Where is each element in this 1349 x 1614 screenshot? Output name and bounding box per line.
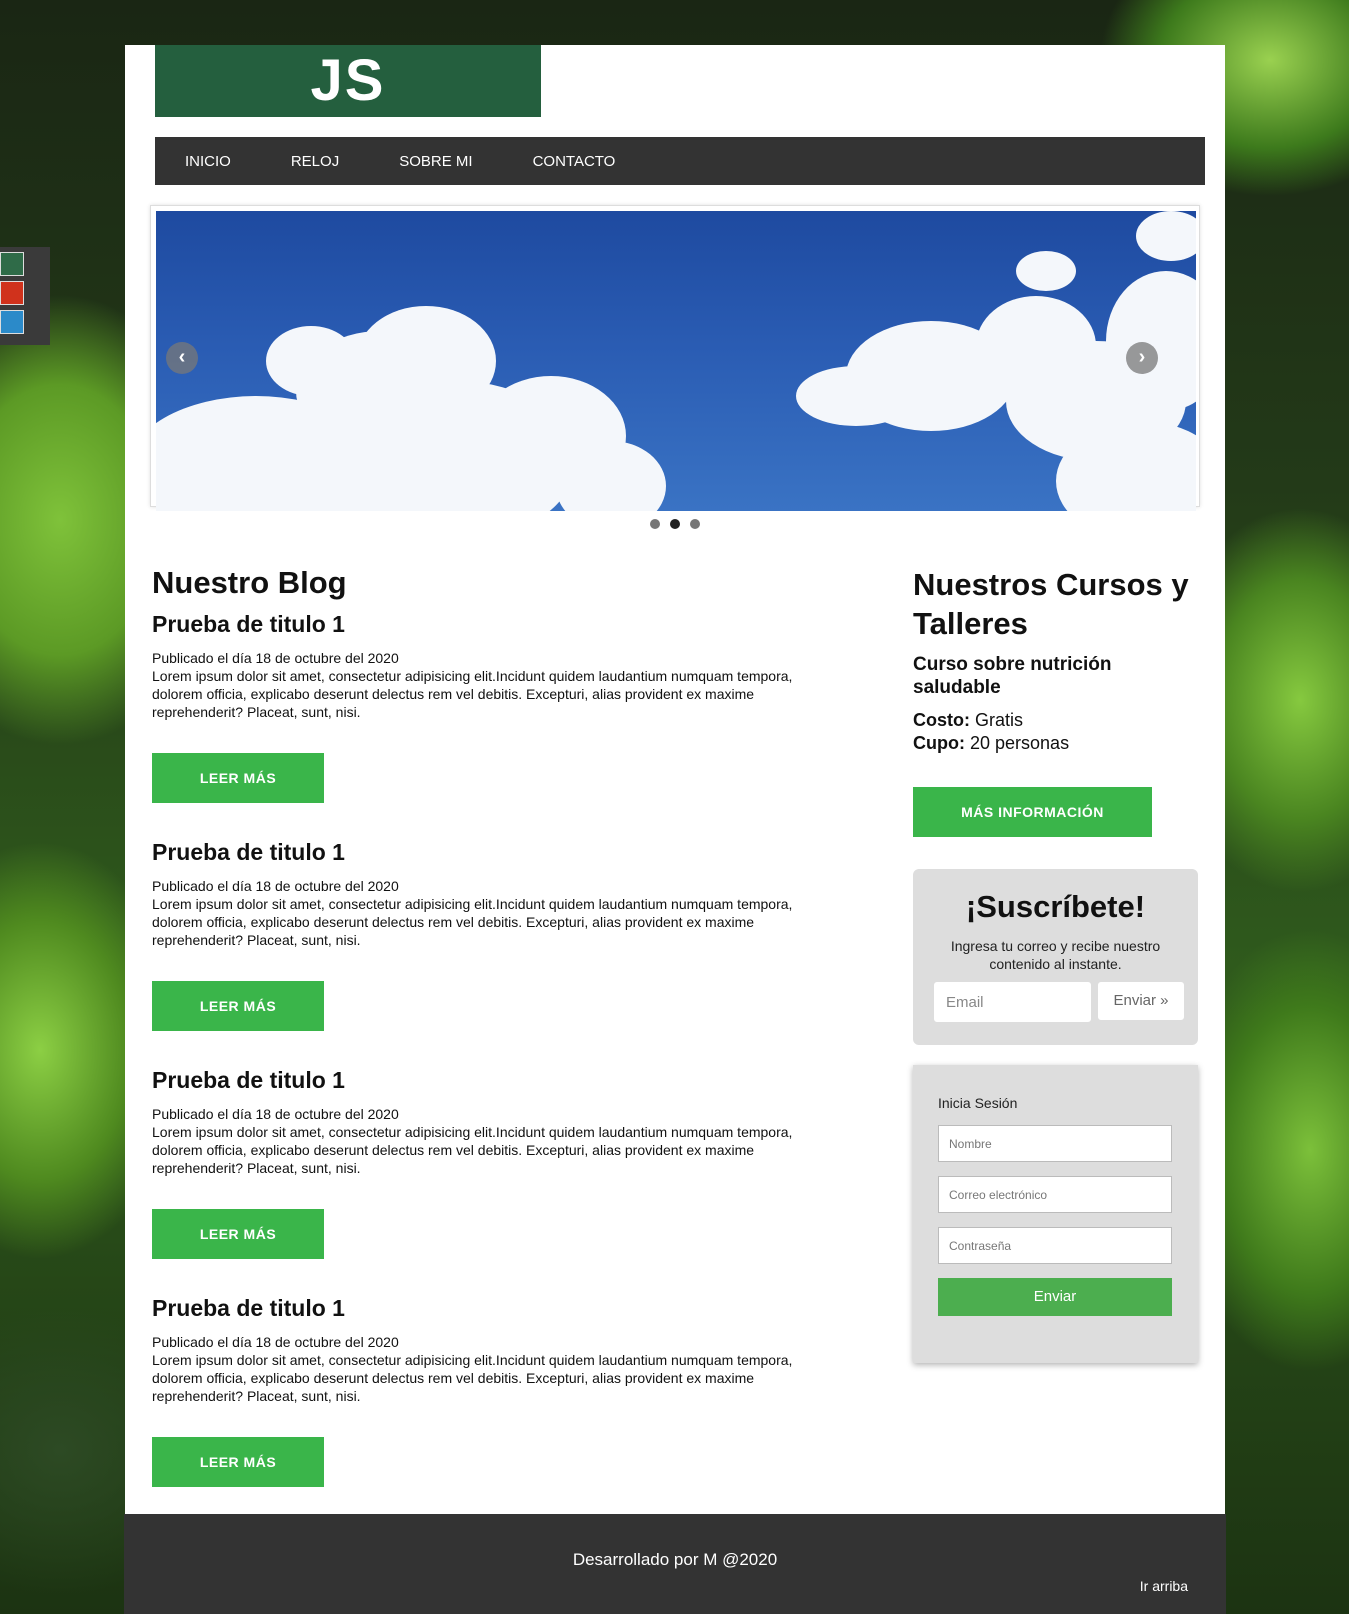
- blog-heading: Nuestro Blog: [152, 565, 347, 600]
- main-nav: INICIO RELOJ SOBRE MI CONTACTO: [155, 137, 1205, 185]
- post-date: Publicado el día 18 de octubre del 2020: [152, 878, 399, 894]
- name-field[interactable]: [938, 1125, 1172, 1162]
- slider-dot-2[interactable]: [670, 519, 680, 529]
- blog-section: Nuestro Blog Prueba de titulo 1 Publicad…: [152, 565, 832, 1523]
- subscribe-box: ¡Suscríbete! Ingresa tu correo y recibe …: [913, 869, 1198, 1045]
- read-more-button[interactable]: LEER MÁS: [152, 981, 324, 1031]
- post-date: Publicado el día 18 de octubre del 2020: [152, 1106, 399, 1122]
- blog-post: Prueba de titulo 1 Publicado el día 18 d…: [152, 1067, 832, 1259]
- slider-dots: [650, 519, 710, 529]
- blog-post: Prueba de titulo 1 Publicado el día 18 d…: [152, 1295, 832, 1487]
- password-field[interactable]: [938, 1227, 1172, 1264]
- footer-credit: Desarrollado por M @2020: [572, 1550, 778, 1569]
- slider-prev-button[interactable]: ‹: [166, 342, 198, 374]
- nav-item-reloj[interactable]: RELOJ: [291, 153, 339, 170]
- blog-post: Prueba de titulo 1 Publicado el día 18 d…: [152, 611, 832, 803]
- theme-swatch-red[interactable]: [0, 281, 24, 305]
- theme-swatch-green[interactable]: [0, 252, 24, 276]
- subscribe-heading: ¡Suscríbete!: [965, 889, 1146, 924]
- post-title: Prueba de titulo 1: [152, 611, 345, 637]
- post-date: Publicado el día 18 de octubre del 2020: [152, 1334, 399, 1350]
- subscribe-text: Ingresa tu correo y recibe nuestro conte…: [950, 938, 1161, 972]
- more-info-button[interactable]: MÁS INFORMACIÓN: [913, 787, 1152, 837]
- page-container: JS INICIO RELOJ SOBRE MI CONTACTO ‹ › Nu…: [125, 45, 1225, 1514]
- post-body: Lorem ipsum dolor sit amet, consectetur …: [152, 1124, 793, 1176]
- back-to-top-link[interactable]: Ir arriba: [1140, 1578, 1188, 1594]
- blog-post: Prueba de titulo 1 Publicado el día 18 d…: [152, 839, 832, 1031]
- slider-dot-3[interactable]: [690, 519, 700, 529]
- post-title: Prueba de titulo 1: [152, 839, 345, 865]
- login-submit-button[interactable]: Enviar: [938, 1278, 1172, 1316]
- nav-item-sobre-mi[interactable]: SOBRE MI: [399, 153, 472, 170]
- post-body: Lorem ipsum dolor sit amet, consectetur …: [152, 668, 793, 720]
- subscribe-form: Enviar »: [933, 981, 1198, 1023]
- site-logo[interactable]: JS: [155, 45, 541, 117]
- cost-label: Costo:: [913, 710, 970, 730]
- cost-value: Gratis: [975, 710, 1024, 730]
- course-quota: Cupo: 20 personas: [913, 732, 1198, 755]
- site-footer: Desarrollado por M @2020 Ir arriba: [124, 1514, 1226, 1614]
- post-title: Prueba de titulo 1: [152, 1295, 345, 1321]
- read-more-button[interactable]: LEER MÁS: [152, 1437, 324, 1487]
- slide-image-sky: ‹ ›: [156, 211, 1196, 511]
- post-date: Publicado el día 18 de octubre del 2020: [152, 650, 399, 666]
- login-title: Inicia Sesión: [938, 1095, 1018, 1111]
- read-more-button[interactable]: LEER MÁS: [152, 1209, 324, 1259]
- quota-label: Cupo:: [913, 733, 965, 753]
- courses-sidebar: Nuestros Cursos y Talleres Curso sobre n…: [913, 565, 1198, 1363]
- post-body: Lorem ipsum dolor sit amet, consectetur …: [152, 1352, 793, 1404]
- quota-value: 20 personas: [970, 733, 1070, 753]
- nav-item-inicio[interactable]: INICIO: [185, 153, 231, 170]
- subscribe-email-input[interactable]: [933, 981, 1092, 1023]
- slider-dot-1[interactable]: [650, 519, 660, 529]
- login-form: Inicia Sesión Enviar: [913, 1065, 1198, 1363]
- post-title: Prueba de titulo 1: [152, 1067, 345, 1093]
- chevron-right-icon: ›: [1138, 346, 1146, 368]
- read-more-button[interactable]: LEER MÁS: [152, 753, 324, 803]
- email-field[interactable]: [938, 1176, 1172, 1213]
- courses-heading: Nuestros Cursos y Talleres: [913, 567, 1189, 641]
- chevron-left-icon: ‹: [178, 346, 186, 368]
- theme-swatch-blue[interactable]: [0, 310, 24, 334]
- theme-switcher: [0, 247, 50, 345]
- image-slider: ‹ ›: [150, 205, 1200, 511]
- subscribe-send-button[interactable]: Enviar »: [1097, 981, 1185, 1021]
- course-cost: Costo: Gratis: [913, 709, 1198, 732]
- post-body: Lorem ipsum dolor sit amet, consectetur …: [152, 896, 793, 948]
- course-title: Curso sobre nutrición saludable: [913, 654, 1112, 698]
- slider-next-button[interactable]: ›: [1126, 342, 1158, 374]
- nav-item-contacto[interactable]: CONTACTO: [533, 153, 616, 170]
